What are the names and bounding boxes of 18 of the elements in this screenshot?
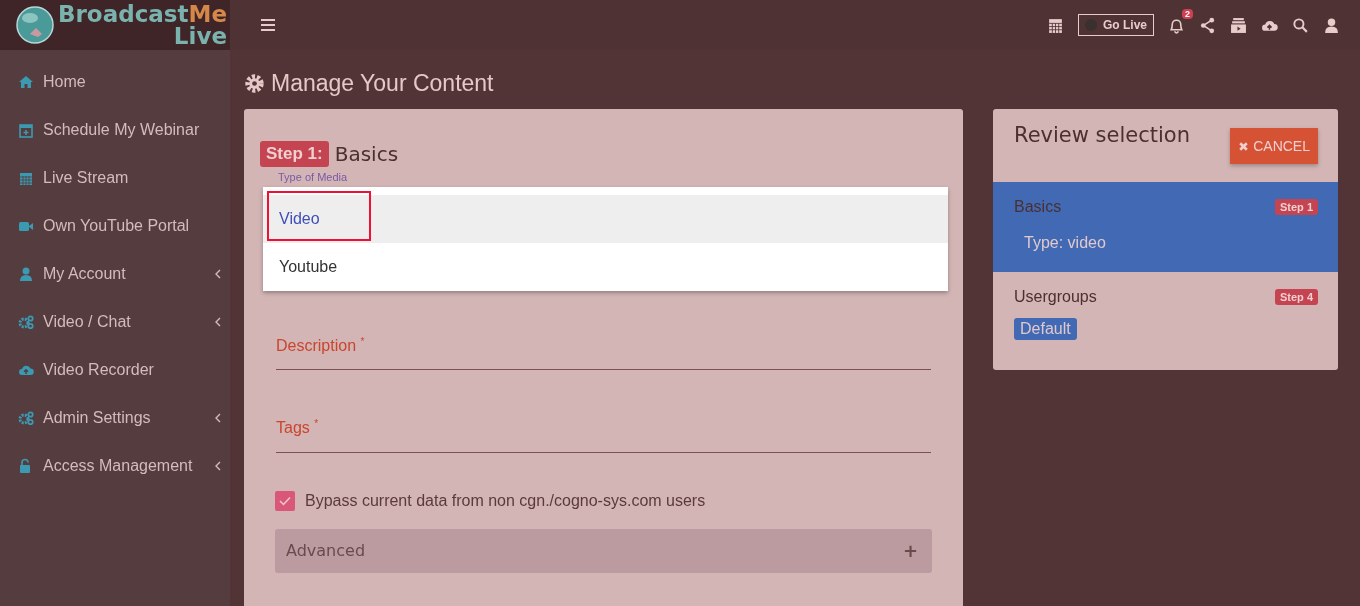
checkbox-label: Bypass current data from non cgn./cogno-sys.com users	[305, 491, 706, 510]
group-tag: Default	[1014, 318, 1077, 340]
section-value: Type: video	[1023, 233, 1107, 253]
required-mark: *	[314, 418, 319, 430]
page-title: Manage Your Content	[271, 70, 494, 97]
notification-badge: 2	[1182, 8, 1193, 19]
required-mark: *	[360, 336, 365, 347]
logo-subtext: Live	[173, 25, 227, 47]
logo-text: BroadcastMe	[58, 3, 227, 25]
step-label: Step 4	[1275, 289, 1318, 305]
panel-title: Review selection	[1014, 123, 1190, 149]
field-label: Type of Media	[278, 171, 348, 183]
step-title: Basics	[334, 142, 399, 166]
step-label: Step 1:	[260, 141, 329, 167]
section-title: Basics	[1014, 198, 1062, 216]
section-title: Usergroups	[1014, 288, 1097, 306]
plus-icon: +	[902, 540, 918, 562]
step-label: Step 1	[1275, 199, 1318, 215]
